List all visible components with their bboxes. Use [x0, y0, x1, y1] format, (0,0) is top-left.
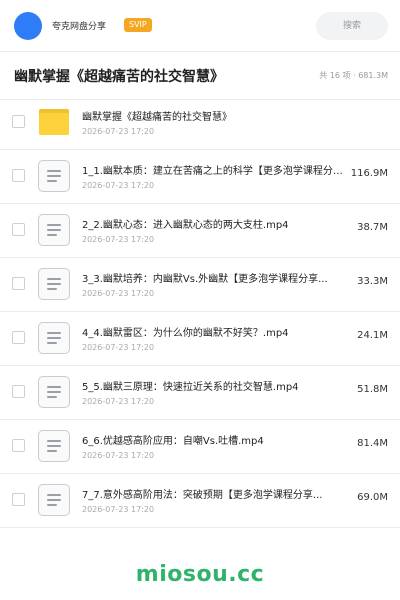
watermark: miosou.cc [135, 562, 265, 587]
list-item[interactable]: 4_4.幽默雷区：为什么你的幽默不好笑？.mp4 2026-07-23 17:2… [0, 312, 400, 366]
file-name: 7_7.意外感高阶用法：突破预期【更多泡学课程分享... [82, 490, 323, 501]
file-name: 幽默掌握《超越痛苦的社交智慧》 [82, 112, 232, 123]
select-checkbox[interactable] [12, 115, 25, 128]
file-size: 51.8M [357, 384, 388, 395]
file-list: 幽默掌握《超越痛苦的社交智慧》 2026-07-23 17:20 1_1.幽默本… [0, 96, 400, 528]
document-icon [38, 160, 70, 192]
file-date: 2026-07-23 17:20 [82, 235, 155, 244]
select-checkbox[interactable] [12, 277, 25, 290]
file-name: 2_2.幽默心态：进入幽默心态的两大支柱.mp4 [82, 220, 289, 231]
search-input[interactable]: 搜索 [316, 12, 388, 40]
list-item[interactable]: 幽默掌握《超越痛苦的社交智慧》 2026-07-23 17:20 [0, 96, 400, 150]
select-checkbox[interactable] [12, 223, 25, 236]
file-size: 38.7M [357, 222, 388, 233]
file-date: 2026-07-23 17:20 [82, 505, 155, 514]
file-size: 69.0M [357, 492, 388, 503]
file-size: 24.1M [357, 330, 388, 341]
select-checkbox[interactable] [12, 331, 25, 344]
file-date: 2026-07-23 17:20 [82, 127, 155, 136]
file-name: 4_4.幽默雷区：为什么你的幽默不好笑？.mp4 [82, 328, 289, 339]
document-icon [38, 484, 70, 516]
file-name: 1_1.幽默本质：建立在苦痛之上的科学【更多泡学课程分享... [82, 166, 348, 177]
file-date: 2026-07-23 17:20 [82, 397, 155, 406]
site-name: 夸克网盘分享 [52, 22, 107, 32]
svip-badge: SVIP [124, 18, 152, 32]
avatar[interactable] [14, 12, 42, 40]
document-icon [38, 268, 70, 300]
item-summary: 共 16 项 · 681.3M [319, 71, 388, 80]
file-size: 81.4M [357, 438, 388, 449]
select-checkbox[interactable] [12, 385, 25, 398]
select-checkbox[interactable] [12, 439, 25, 452]
file-date: 2026-07-23 17:20 [82, 451, 155, 460]
select-checkbox[interactable] [12, 169, 25, 182]
list-item[interactable]: 1_1.幽默本质：建立在苦痛之上的科学【更多泡学课程分享... 2026-07-… [0, 150, 400, 204]
document-icon [38, 322, 70, 354]
title-bar: 幽默掌握《超越痛苦的社交智慧》 共 16 项 · 681.3M [0, 52, 400, 100]
page-title: 幽默掌握《超越痛苦的社交智慧》 [14, 69, 224, 85]
list-item[interactable]: 5_5.幽默三原理：快速拉近关系的社交智慧.mp4 2026-07-23 17:… [0, 366, 400, 420]
list-item[interactable]: 7_7.意外感高阶用法：突破预期【更多泡学课程分享... 2026-07-23 … [0, 474, 400, 528]
list-item[interactable]: 6_6.优越感高阶应用：自嘲Vs.吐槽.mp4 2026-07-23 17:20… [0, 420, 400, 474]
file-date: 2026-07-23 17:20 [82, 289, 155, 298]
list-item[interactable]: 3_3.幽默培养：内幽默Vs.外幽默【更多泡学课程分享... 2026-07-2… [0, 258, 400, 312]
file-date: 2026-07-23 17:20 [82, 343, 155, 352]
file-size: 33.3M [357, 276, 388, 287]
file-size: 116.9M [350, 168, 388, 179]
file-name: 6_6.优越感高阶应用：自嘲Vs.吐槽.mp4 [82, 436, 264, 447]
file-date: 2026-07-23 17:20 [82, 181, 155, 190]
top-bar: 夸克网盘分享 SVIP 搜索 [0, 0, 400, 52]
document-icon [38, 376, 70, 408]
file-name: 3_3.幽默培养：内幽默Vs.外幽默【更多泡学课程分享... [82, 274, 328, 285]
document-icon [38, 214, 70, 246]
list-item[interactable]: 2_2.幽默心态：进入幽默心态的两大支柱.mp4 2026-07-23 17:2… [0, 204, 400, 258]
select-checkbox[interactable] [12, 493, 25, 506]
file-name: 5_5.幽默三原理：快速拉近关系的社交智慧.mp4 [82, 382, 299, 393]
document-icon [38, 430, 70, 462]
folder-icon [39, 109, 69, 135]
